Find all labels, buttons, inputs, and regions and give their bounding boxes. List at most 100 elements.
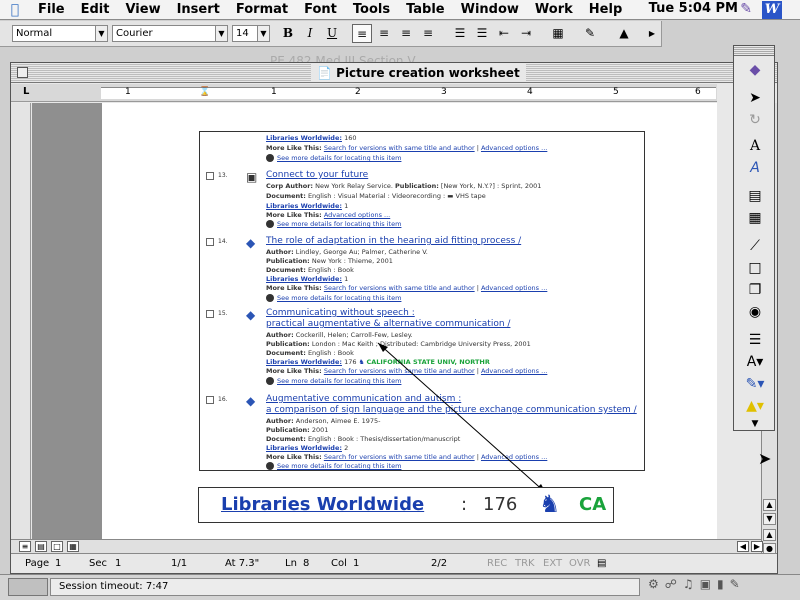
font-select[interactable]: Courier ▼ [112, 25, 228, 42]
sound-icon[interactable]: ♫ [683, 577, 700, 591]
select-checkbox[interactable] [206, 238, 214, 246]
advanced-options-link[interactable]: Advanced options ... [481, 284, 547, 292]
indent-marker-icon[interactable]: ⌛ [199, 87, 210, 97]
normal-view-icon[interactable]: ≡ [19, 541, 31, 552]
libraries-worldwide-link[interactable]: Libraries Worldwide: [266, 134, 342, 142]
see-more-link[interactable]: See more details for locating this item [277, 294, 401, 302]
libraries-worldwide-link[interactable]: Libraries Worldwide: [266, 358, 342, 366]
libraries-worldwide-link[interactable]: Libraries Worldwide: [266, 275, 342, 283]
see-more-link[interactable]: See more details for locating this item [277, 154, 401, 162]
item-title-link[interactable]: Connect to your future [266, 170, 368, 180]
justify-icon[interactable]: ≡ [418, 24, 438, 43]
vertical-ruler[interactable] [11, 103, 31, 539]
toolbar-overflow-icon[interactable]: ▶ [642, 24, 662, 43]
status-trk[interactable]: TRK [515, 558, 535, 569]
decrease-indent-icon[interactable]: ⇤ [494, 24, 514, 43]
autoshapes-icon[interactable]: ❐ [742, 280, 768, 300]
menu-tools[interactable]: Tools [345, 2, 398, 17]
shadow-icon[interactable]: ◉ [742, 302, 768, 322]
style-select[interactable]: Normal ▼ [12, 25, 108, 42]
menu-table[interactable]: Table [398, 2, 453, 17]
search-versions-link[interactable]: Search for versions with same title and … [324, 453, 475, 461]
item-subtitle-link[interactable]: practical augmentative & alternative com… [266, 319, 510, 329]
menu-window[interactable]: Window [453, 2, 527, 17]
line-style-icon[interactable]: ☰ [742, 330, 768, 350]
menu-clock[interactable]: Tue 5:04 PM [649, 1, 738, 16]
close-box-icon[interactable] [17, 67, 28, 78]
increase-indent-icon[interactable]: ⇥ [516, 24, 536, 43]
scroll-left-icon[interactable]: ◀ [737, 541, 749, 552]
align-center-icon[interactable]: ≡ [374, 24, 394, 43]
status-ext[interactable]: EXT [543, 558, 562, 569]
numbered-list-icon[interactable]: ☰ [450, 24, 470, 43]
bulleted-list-icon[interactable]: ☰ [472, 24, 492, 43]
item-title-link[interactable]: Augmentative communication and autism : [266, 394, 461, 404]
menu-font[interactable]: Font [296, 2, 345, 17]
search-versions-link[interactable]: Search for versions with same title and … [324, 284, 475, 292]
palette-more-icon[interactable]: ▼ [742, 414, 768, 434]
advanced-options-link[interactable]: Advanced options ... [481, 453, 547, 461]
see-more-link[interactable]: See more details for locating this item [277, 220, 401, 228]
font-color-icon[interactable]: ▲ [614, 24, 634, 43]
edit-icon[interactable]: ✎ [730, 577, 746, 591]
menu-insert[interactable]: Insert [169, 2, 228, 17]
highlight-icon[interactable]: ✎ [580, 24, 600, 43]
battery-icon[interactable]: ▮ [717, 577, 730, 591]
control-strip-tab[interactable] [8, 578, 48, 596]
apple-menu-icon[interactable]:  [0, 2, 30, 18]
font-size-select[interactable]: 14 ▼ [232, 25, 270, 42]
search-versions-link[interactable]: Search for versions with same title and … [324, 144, 475, 152]
select-checkbox[interactable] [206, 172, 214, 180]
online-layout-view-icon[interactable]: ▦ [67, 541, 79, 552]
item-title-link[interactable]: Communicating without speech : [266, 308, 415, 318]
borders-icon[interactable]: ▦ [548, 24, 568, 43]
status-ovr[interactable]: OVR [569, 558, 590, 569]
palette-title-bar[interactable] [734, 46, 774, 56]
menu-help[interactable]: Help [581, 2, 630, 17]
scroll-up-icon[interactable]: ▲ [763, 499, 776, 511]
status-rec[interactable]: REC [487, 558, 507, 569]
settings-icon[interactable]: ⚙ [648, 577, 665, 591]
text-box-icon[interactable]: A [742, 136, 768, 156]
book-status-icon[interactable]: ▤ [597, 558, 606, 569]
align-left-icon[interactable]: ≡ [352, 24, 372, 43]
menu-work[interactable]: Work [527, 2, 581, 17]
item-subtitle-link[interactable]: a comparison of sign language and the pi… [266, 405, 637, 415]
word-app-icon[interactable]: W [762, 1, 782, 19]
italic-button[interactable]: I [300, 24, 320, 43]
line-tool-icon[interactable]: ⟋ [742, 236, 768, 256]
zoomed-detail[interactable]: Libraries Worldwide : 176 ♞ CA [198, 487, 614, 523]
underline-button[interactable]: U [322, 24, 342, 43]
see-more-line[interactable]: See more details for locating this item [266, 377, 401, 385]
libraries-worldwide-link[interactable]: Libraries Worldwide: [266, 202, 342, 210]
menu-view[interactable]: View [117, 2, 168, 17]
horizontal-ruler[interactable]: L 1 ⌛ 1 2 3 4 5 6 [11, 84, 717, 102]
rectangle-tool-icon[interactable]: □ [742, 258, 768, 278]
advanced-options-link[interactable]: Advanced options ... [481, 367, 547, 375]
advanced-options-link[interactable]: Advanced options ... [324, 211, 390, 219]
align-right-icon[interactable]: ≡ [396, 24, 416, 43]
previous-page-icon[interactable]: ▲ [763, 529, 776, 541]
page-layout-view-icon[interactable]: □ [51, 541, 63, 552]
clip-art-icon[interactable]: ▦ [742, 208, 768, 228]
control-strip-icons[interactable]: ⚙☍♫▣▮✎ [648, 577, 746, 591]
rotate-icon[interactable]: ↻ [742, 110, 768, 130]
see-more-link[interactable]: See more details for locating this item [277, 462, 401, 470]
see-more-link[interactable]: See more details for locating this item [277, 377, 401, 385]
monitor-icon[interactable]: ▣ [700, 577, 717, 591]
application-menu-icon[interactable]: ✎ [740, 1, 752, 17]
menu-edit[interactable]: Edit [73, 2, 118, 17]
embedded-screenshot[interactable]: Libraries Worldwide: 160 More Like This:… [199, 131, 645, 471]
see-more-line[interactable]: See more details for locating this item [266, 462, 401, 470]
bold-button[interactable]: B [278, 24, 298, 43]
document-page[interactable]: Libraries Worldwide: 160 More Like This:… [102, 103, 717, 539]
network-icon[interactable]: ☍ [665, 577, 683, 591]
select-arrow-icon[interactable]: ➤ [742, 88, 768, 108]
search-versions-link[interactable]: Search for versions with same title and … [324, 367, 475, 375]
scroll-down-icon[interactable]: ▼ [763, 513, 776, 525]
outline-view-icon[interactable]: ▤ [35, 541, 47, 552]
text-color-icon[interactable]: A▾ [742, 352, 768, 372]
wordart-icon[interactable]: A [742, 158, 768, 178]
see-more-line[interactable]: See more details for locating this item [266, 154, 401, 162]
fill-color-icon[interactable]: ▲▾ [742, 396, 768, 416]
